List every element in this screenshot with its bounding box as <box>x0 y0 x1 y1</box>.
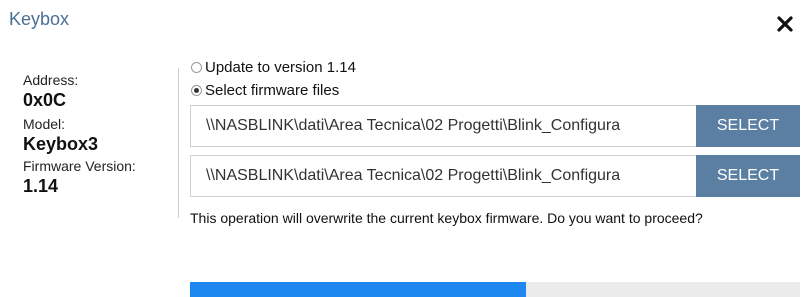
firmware-version-value: 1.14 <box>23 176 59 196</box>
address-label: Address: <box>23 72 79 88</box>
file-row-1: \\NASBLINK\dati\Area Tecnica\02 Progetti… <box>190 105 800 147</box>
vertical-divider <box>178 68 179 218</box>
model-label: Model: <box>23 116 66 132</box>
close-button[interactable] <box>770 9 800 39</box>
firmware-version-label: Firmware Version: <box>23 158 136 174</box>
progress-bar <box>190 282 800 297</box>
select-file-button-1[interactable]: SELECT <box>696 105 800 147</box>
close-icon <box>777 16 793 32</box>
model-value: Keybox3 <box>23 134 99 154</box>
file-row-2: \\NASBLINK\dati\Area Tecnica\02 Progetti… <box>190 155 800 197</box>
select-files-option-label: Select firmware files <box>205 82 340 99</box>
device-info-panel: Address: 0x0C Model: Keybox3 Firmware Ve… <box>23 71 173 197</box>
select-files-radio[interactable] <box>191 85 202 96</box>
address-value: 0x0C <box>23 90 67 110</box>
overwrite-warning: This operation will overwrite the curren… <box>190 210 703 226</box>
file-path-field-2[interactable]: \\NASBLINK\dati\Area Tecnica\02 Progetti… <box>190 155 696 197</box>
file-path-field-1[interactable]: \\NASBLINK\dati\Area Tecnica\02 Progetti… <box>190 105 696 147</box>
dialog-title: Keybox <box>9 9 70 29</box>
update-option[interactable]: Update to version 1.14 <box>191 59 356 76</box>
select-file-button-2[interactable]: SELECT <box>696 155 800 197</box>
update-option-label: Update to version 1.14 <box>205 59 356 76</box>
update-radio[interactable] <box>191 62 202 73</box>
select-files-option[interactable]: Select firmware files <box>191 82 339 99</box>
progress-bar-fill <box>190 282 526 297</box>
